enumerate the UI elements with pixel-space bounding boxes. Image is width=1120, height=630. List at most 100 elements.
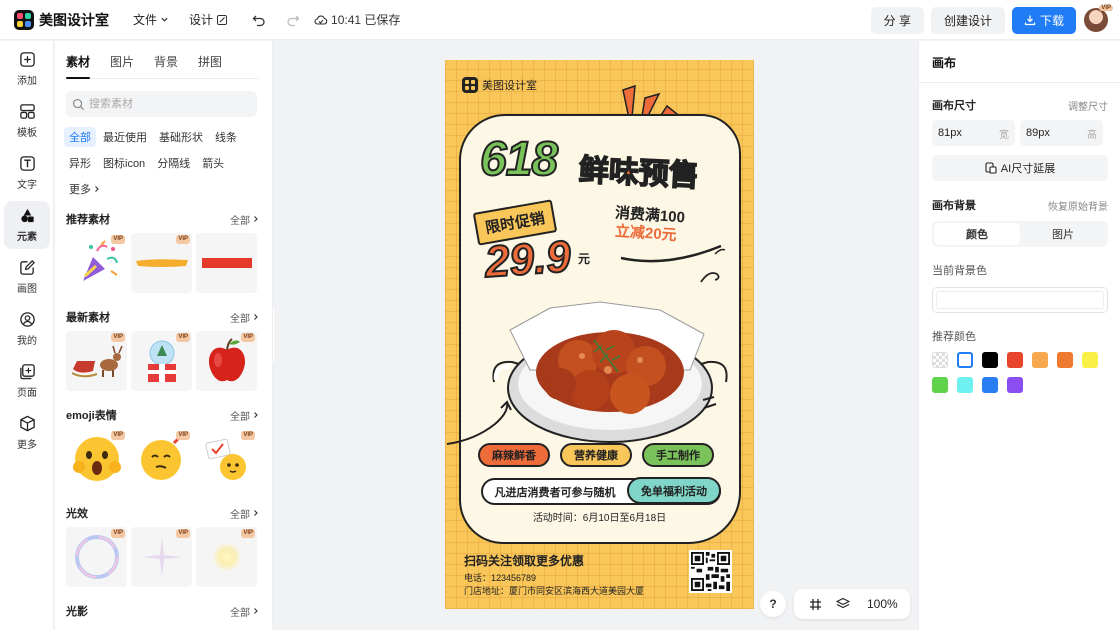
chip-more[interactable]: 更多 <box>64 179 106 199</box>
swatch-light-orange[interactable] <box>1032 352 1048 368</box>
poster-headline-number[interactable]: 618 <box>479 132 559 187</box>
snow-globe-gift-thumb[interactable]: VIP <box>131 331 192 391</box>
apple-icon <box>208 338 245 382</box>
poster-price[interactable]: 29.9 <box>482 231 573 288</box>
nav-text[interactable]: 文字 <box>4 149 50 197</box>
help-button[interactable]: ? <box>760 591 786 617</box>
vip-badge: VIP <box>111 529 125 538</box>
poster-address[interactable]: 门店地址：厦门市同安区滨海西大道美园大厦 <box>464 584 644 597</box>
poster-tag-handmade[interactable]: 手工制作 <box>642 443 714 467</box>
tab-backgrounds[interactable]: 背景 <box>154 53 178 73</box>
swatch-green[interactable] <box>932 377 948 393</box>
chevron-right-icon <box>254 412 258 418</box>
chip-irregular[interactable]: 异形 <box>64 153 96 173</box>
adjust-size-link[interactable]: 调整尺寸 <box>1068 98 1108 113</box>
swatch-blue[interactable] <box>982 377 998 393</box>
poster-tag-healthy[interactable]: 营养健康 <box>560 443 632 467</box>
emoji-scared-thumb[interactable]: VIP <box>66 429 127 489</box>
avatar[interactable]: VIP <box>1084 5 1113 32</box>
swatch-red[interactable] <box>1007 352 1023 368</box>
current-bg-color-picker[interactable] <box>932 287 1108 313</box>
swatch-purple[interactable] <box>1007 377 1023 393</box>
zoom-level[interactable]: 100% <box>867 597 898 611</box>
reindeer-sleigh-thumb[interactable]: VIP <box>66 331 127 391</box>
app-logo[interactable]: 美图设计室 <box>14 9 109 30</box>
swatch-transparent[interactable] <box>932 352 948 368</box>
glow-thumb[interactable]: VIP <box>196 527 257 587</box>
qr-code-image[interactable] <box>689 550 732 593</box>
create-design-button[interactable]: 创建设计 <box>930 6 1005 34</box>
section-all-label: 全部 <box>230 411 250 423</box>
red-apple-thumb[interactable]: VIP <box>196 331 257 391</box>
width-input[interactable] <box>938 127 988 139</box>
download-button[interactable]: 下载 <box>1011 6 1076 34</box>
undo-button[interactable] <box>252 13 266 27</box>
section-all-link[interactable]: 全部 <box>230 310 260 325</box>
poster-activity-bar[interactable]: 凡进店消费者可参与随机 免单福利活动 <box>481 477 721 505</box>
nav-mine[interactable]: 我的 <box>4 305 50 353</box>
section-all-link[interactable]: 全部 <box>230 212 260 227</box>
emoji-thinking-thumb[interactable]: VIP <box>131 429 192 489</box>
light-ring-thumb[interactable]: VIP <box>66 527 127 587</box>
chicken-plate-image[interactable] <box>490 300 730 450</box>
tab-collage[interactable]: 拼图 <box>198 53 222 73</box>
height-field[interactable]: 高 <box>1020 120 1103 146</box>
layers-button[interactable] <box>836 597 850 611</box>
poster-phone[interactable]: 电话：123456789 <box>464 571 536 584</box>
swatch-orange[interactable] <box>1057 352 1073 368</box>
thumb-row: VIP VIP <box>66 233 272 293</box>
chip-arrows[interactable]: 箭头 <box>197 153 229 173</box>
height-input[interactable] <box>1026 127 1076 139</box>
party-popper-thumb[interactable]: VIP <box>66 233 127 293</box>
poster-tag-spicy[interactable]: 麻辣鲜香 <box>478 443 550 467</box>
section-all-link[interactable]: 全部 <box>230 408 260 423</box>
bg-type-image[interactable]: 图片 <box>1020 223 1106 245</box>
search-input[interactable] <box>89 98 239 110</box>
nav-elements[interactable]: 元素 <box>4 201 50 249</box>
left-nav: 添加 模板 文字 元素 画图 我的 页面 更多 <box>0 41 54 630</box>
tab-materials[interactable]: 素材 <box>66 53 91 79</box>
emoji-sign-thumb[interactable]: VIP <box>196 429 257 489</box>
chip-dividers[interactable]: 分隔线 <box>152 153 195 173</box>
poster-activity-time[interactable]: 活动时间：6月10日至6月18日 <box>445 509 754 524</box>
swatch-black[interactable] <box>982 352 998 368</box>
brush-stroke-thumb[interactable]: VIP <box>131 233 192 293</box>
chip-basic-shapes[interactable]: 基础形状 <box>154 127 208 147</box>
poster-feature-tags: 麻辣鲜香 营养健康 手工制作 <box>478 443 724 467</box>
chip-all[interactable]: 全部 <box>64 127 96 147</box>
nav-draw[interactable]: 画图 <box>4 253 50 301</box>
swatch-white[interactable] <box>957 352 973 368</box>
redo-button[interactable] <box>286 13 300 27</box>
red-bar-thumb[interactable] <box>196 233 257 293</box>
tab-images[interactable]: 图片 <box>110 53 134 73</box>
nav-more[interactable]: 更多 <box>4 409 50 457</box>
file-menu[interactable]: 文件 <box>133 11 169 28</box>
grid-toggle-button[interactable] <box>809 598 822 611</box>
poster-logo[interactable]: 美图设计室 <box>462 77 537 93</box>
poster-canvas[interactable]: 美图设计室 618 鲜味预售 限时促销 29.9 元 消费满100 立减20元 … <box>445 60 754 609</box>
swatch-yellow[interactable] <box>1082 352 1098 368</box>
nav-page[interactable]: 页面 <box>4 357 50 405</box>
search-box[interactable] <box>66 91 257 117</box>
poster-price-unit[interactable]: 元 <box>578 250 590 267</box>
chip-recent[interactable]: 最近使用 <box>98 127 152 147</box>
sparkle-thumb[interactable]: VIP <box>131 527 192 587</box>
chip-lines[interactable]: 线条 <box>210 127 242 147</box>
bg-type-color[interactable]: 颜色 <box>934 223 1020 245</box>
poster-scan-text[interactable]: 扫码关注领取更多优惠 <box>464 552 584 569</box>
ai-size-extend-button[interactable]: AI尺寸延展 <box>932 155 1108 181</box>
width-field[interactable]: 宽 <box>932 120 1015 146</box>
file-menu-label: 文件 <box>133 13 158 27</box>
nav-template[interactable]: 模板 <box>4 97 50 145</box>
design-menu[interactable]: 设计 <box>189 11 228 28</box>
section-header: 推荐素材 全部 <box>66 209 260 229</box>
section-all-link[interactable]: 全部 <box>230 506 260 521</box>
poster-headline-text[interactable]: 鲜味预售 <box>577 145 700 195</box>
chip-icons[interactable]: 图标icon <box>98 153 150 173</box>
section-all-link[interactable]: 全部 <box>230 604 260 619</box>
share-button[interactable]: 分 享 <box>870 6 924 34</box>
nav-add[interactable]: 添加 <box>4 45 50 93</box>
reset-bg-link[interactable]: 恢复原始背景 <box>1048 198 1108 213</box>
swatch-cyan[interactable] <box>957 377 973 393</box>
vip-badge: VIP <box>111 235 125 244</box>
